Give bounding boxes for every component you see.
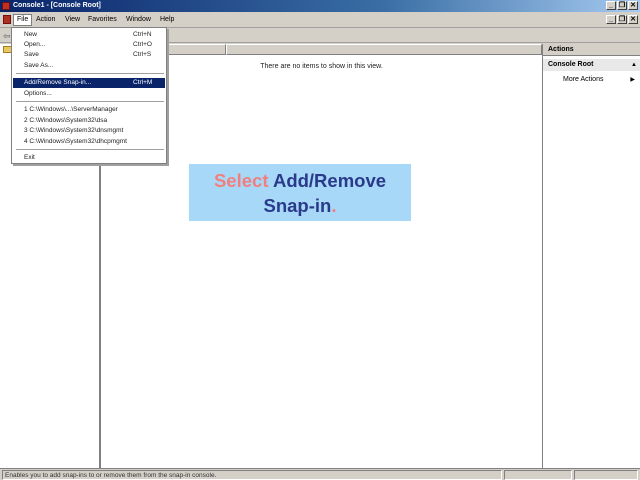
menu-file[interactable]: File	[13, 14, 33, 26]
menu-view[interactable]: View	[62, 15, 83, 25]
instruction-callout: Select Add/Remove Snap-in.	[189, 164, 411, 221]
menu-item-label: 2 C:\Windows\System32\dsa	[24, 117, 108, 124]
menu-item-save[interactable]: Save Ctrl+S	[13, 50, 165, 60]
submenu-arrow-icon: ▶	[630, 77, 635, 83]
results-pane[interactable]: There are no items to show in this view.	[101, 44, 542, 468]
menu-item-label: New	[24, 31, 38, 38]
actions-header: Actions	[543, 44, 640, 56]
menu-item-recent-1[interactable]: 1 C:\Windows\...\ServerManager	[13, 105, 165, 115]
menu-item-options[interactable]: Options...	[13, 89, 165, 99]
child-restore-button[interactable]: ❐	[617, 15, 627, 24]
menu-favorites[interactable]: Favorites	[85, 15, 120, 25]
menu-item-shortcut: Ctrl+M	[133, 79, 153, 86]
menu-item-label: Save	[24, 51, 39, 58]
menu-item-save-as[interactable]: Save As...	[13, 61, 165, 71]
menu-item-shortcut: Ctrl+N	[133, 31, 152, 38]
menu-item-shortcut: Ctrl+O	[133, 41, 152, 48]
callout-select-word: Select	[213, 170, 269, 191]
menu-item-new[interactable]: New Ctrl+N	[13, 30, 165, 40]
menu-item-recent-3[interactable]: 3 C:\Windows\System32\dnsmgmt	[13, 126, 165, 136]
mmc-app-icon[interactable]	[2, 2, 10, 10]
restore-button[interactable]: ❐	[617, 1, 627, 10]
menu-window[interactable]: Window	[123, 15, 154, 25]
status-text: Enables you to add snap-ins to or remove…	[2, 470, 502, 480]
window-title: Console1 - [Console Root]	[13, 2, 101, 9]
close-button[interactable]: ✕	[628, 1, 638, 10]
menu-item-label: 3 C:\Windows\System32\dnsmgmt	[24, 127, 124, 134]
minimize-button[interactable]: _	[606, 1, 616, 10]
title-bar: Console1 - [Console Root] _ ❐ ✕	[0, 0, 640, 12]
empty-view-message: There are no items to show in this view.	[260, 63, 383, 70]
menu-item-label: Options...	[24, 90, 52, 97]
menu-item-exit[interactable]: Exit	[13, 153, 165, 163]
collapse-arrow-icon[interactable]: ▲	[631, 59, 637, 71]
menu-separator	[16, 73, 164, 74]
menu-item-label: Save As...	[24, 62, 54, 69]
column-header-blank[interactable]	[226, 44, 542, 55]
status-panel-1	[504, 470, 572, 480]
menu-item-open[interactable]: Open... Ctrl+O	[13, 40, 165, 50]
status-bar: Enables you to add snap-ins to or remove…	[0, 468, 640, 480]
actions-group-console-root[interactable]: Console Root ▲	[543, 59, 640, 71]
status-panel-2	[574, 470, 638, 480]
menu-separator	[16, 149, 164, 150]
menu-help[interactable]: Help	[157, 15, 177, 25]
actions-pane: Actions Console Root ▲ More Actions ▶	[542, 44, 640, 468]
child-minimize-button[interactable]: _	[606, 15, 616, 24]
menu-item-recent-4[interactable]: 4 C:\Windows\System32\dhcpmgmt	[13, 137, 165, 147]
menu-item-label: 4 C:\Windows\System32\dhcpmgmt	[24, 138, 127, 145]
menu-separator	[16, 101, 164, 102]
child-close-button[interactable]: ✕	[628, 15, 638, 24]
callout-snap-in: Snap-in	[263, 195, 332, 216]
document-icon[interactable]	[3, 15, 11, 24]
menu-item-shortcut: Ctrl+S	[133, 51, 152, 58]
menu-item-label: 1 C:\Windows\...\ServerManager	[24, 106, 118, 113]
callout-period: .	[331, 195, 337, 216]
more-actions-label: More Actions	[563, 76, 604, 83]
menu-item-add-remove-snap-in[interactable]: Add/Remove Snap-in... Ctrl+M	[13, 78, 165, 88]
actions-group-label: Console Root	[548, 61, 594, 68]
file-menu-dropdown: New Ctrl+N Open... Ctrl+O Save Ctrl+S Sa…	[11, 27, 167, 164]
menu-item-label: Exit	[24, 154, 35, 161]
callout-add-remove: Add/Remove	[272, 170, 387, 191]
more-actions-item[interactable]: More Actions ▶	[563, 75, 639, 85]
menu-action[interactable]: Action	[33, 15, 58, 25]
menu-item-label: Add/Remove Snap-in...	[24, 79, 92, 86]
menu-bar: File Action View Favorites Window Help _…	[0, 12, 640, 28]
menu-item-recent-2[interactable]: 2 C:\Windows\System32\dsa	[13, 116, 165, 126]
menu-item-label: Open...	[24, 41, 46, 48]
